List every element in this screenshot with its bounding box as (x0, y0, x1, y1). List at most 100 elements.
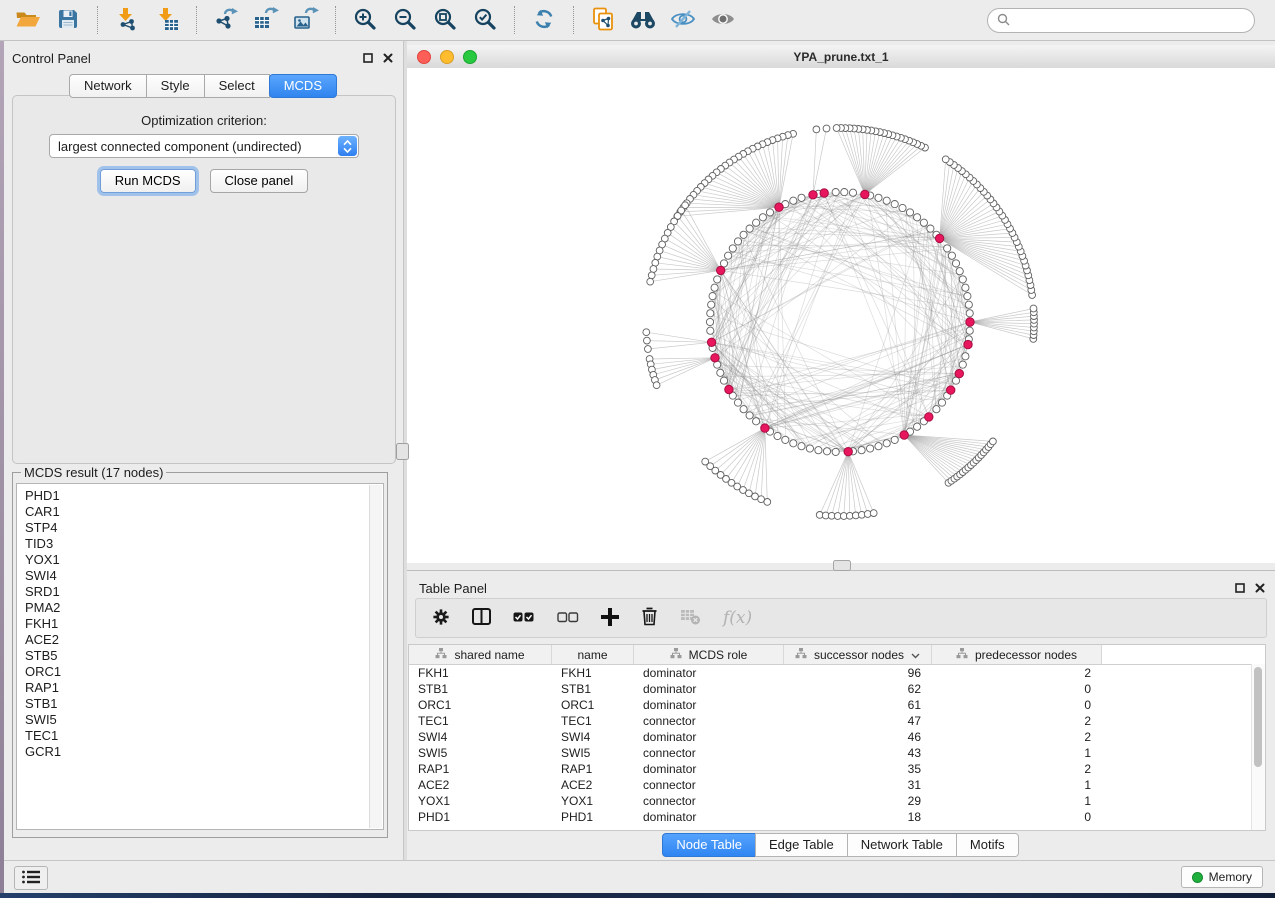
optimization-criterion-label: Optimization criterion: (13, 113, 395, 128)
export-image-button[interactable] (286, 3, 326, 37)
column-header-predecessor-nodes[interactable]: predecessor nodes (932, 645, 1102, 664)
column-header-shared-name[interactable]: shared name (409, 645, 552, 664)
table-cell: FKH1 (552, 665, 634, 681)
open-session-button[interactable] (8, 3, 48, 37)
zoom-out-button[interactable] (385, 3, 425, 37)
zoom-in-icon (353, 7, 377, 34)
mcds-result-item[interactable]: STP4 (25, 520, 383, 536)
control-panel-tabs: NetworkStyleSelectMCDS (4, 74, 403, 98)
table-row[interactable]: YOX1YOX1connector291 (409, 793, 1265, 809)
zoom-in-button[interactable] (345, 3, 385, 37)
control-panel-title: Control Panel (12, 51, 363, 66)
tab-node-table[interactable]: Node Table (662, 833, 756, 857)
table-scrollbar-thumb[interactable] (1254, 667, 1262, 767)
table-cell: 1 (932, 745, 1102, 761)
mcds-result-item[interactable]: PMA2 (25, 600, 383, 616)
refresh-button[interactable] (524, 3, 564, 37)
mcds-result-list[interactable]: PHD1CAR1STP4TID3YOX1SWI4SRD1PMA2FKH1ACE2… (16, 483, 384, 830)
close-panel-icon[interactable] (383, 51, 393, 66)
select-all-button[interactable] (513, 611, 535, 626)
import-network-button[interactable] (107, 3, 147, 37)
search-network-button[interactable] (623, 3, 663, 37)
table-cell: 2 (932, 729, 1102, 745)
table-cell: 2 (932, 713, 1102, 729)
tab-style[interactable]: Style (146, 74, 205, 98)
mcds-result-item[interactable]: CAR1 (25, 504, 383, 520)
table-row[interactable]: FKH1FKH1dominator962 (409, 665, 1265, 681)
tab-network-table[interactable]: Network Table (847, 833, 957, 857)
table-cell: PHD1 (409, 809, 552, 825)
table-scrollbar[interactable] (1251, 664, 1265, 830)
search-box[interactable] (987, 8, 1255, 33)
vertical-splitter-handle[interactable] (396, 443, 409, 460)
mcds-result-item[interactable]: FKH1 (25, 616, 383, 632)
horizontal-splitter-handle[interactable] (833, 560, 851, 571)
table-row[interactable]: TEC1TEC1connector472 (409, 713, 1265, 729)
import-network-icon (115, 7, 139, 34)
mcds-result-item[interactable]: SWI4 (25, 568, 383, 584)
tab-motifs[interactable]: Motifs (956, 833, 1019, 857)
table-row[interactable]: ACE2ACE2connector311 (409, 777, 1265, 793)
export-network-button[interactable] (206, 3, 246, 37)
table-cell: SWI5 (409, 745, 552, 761)
column-header-successor-nodes[interactable]: successor nodes (784, 645, 932, 664)
table-row[interactable]: STB1STB1dominator620 (409, 681, 1265, 697)
clone-network-button[interactable] (583, 3, 623, 37)
task-history-button[interactable] (14, 866, 48, 890)
mcds-result-item[interactable]: TID3 (25, 536, 383, 552)
table-cell: 61 (784, 697, 932, 713)
delete-rows-button[interactable] (641, 607, 658, 629)
export-table-button[interactable] (246, 3, 286, 37)
deselect-all-button[interactable] (557, 611, 579, 626)
toolbar-separator (196, 6, 197, 34)
table-tabs: Node TableEdge TableNetwork TableMotifs (407, 833, 1275, 857)
table-row[interactable]: ORC1ORC1dominator610 (409, 697, 1265, 713)
network-canvas[interactable] (407, 68, 1275, 563)
mcds-list-scrollbar[interactable] (369, 485, 382, 828)
table-row[interactable]: PHD1PHD1dominator180 (409, 809, 1265, 825)
column-header-mcds-role[interactable]: MCDS role (634, 645, 784, 664)
mcds-result-item[interactable]: RAP1 (25, 680, 383, 696)
float-panel-icon[interactable] (363, 51, 373, 66)
mcds-result-item[interactable]: PHD1 (25, 488, 383, 504)
mcds-result-item[interactable]: SRD1 (25, 584, 383, 600)
run-mcds-button[interactable]: Run MCDS (100, 169, 196, 193)
mcds-result-item[interactable]: SWI5 (25, 712, 383, 728)
mcds-result-item[interactable]: TEC1 (25, 728, 383, 744)
tab-select[interactable]: Select (204, 74, 270, 98)
import-table-button[interactable] (147, 3, 187, 37)
export-table-icon (253, 7, 279, 34)
search-input[interactable] (1016, 13, 1245, 29)
show-hide-graphics-button[interactable] (703, 3, 743, 37)
mcds-result-item[interactable]: STB5 (25, 648, 383, 664)
float-table-panel-icon[interactable] (1235, 581, 1245, 596)
control-panel: Control Panel NetworkStyleSelectMCDS Opt… (4, 41, 404, 860)
save-session-button[interactable] (48, 3, 88, 37)
show-columns-button[interactable] (472, 608, 491, 628)
zoom-fit-button[interactable] (425, 3, 465, 37)
mcds-result-item[interactable]: YOX1 (25, 552, 383, 568)
table-cell: 0 (932, 809, 1102, 825)
tab-mcds[interactable]: MCDS (269, 74, 337, 98)
application-window: Control Panel NetworkStyleSelectMCDS Opt… (0, 0, 1275, 898)
table-row[interactable]: SWI5SWI5connector431 (409, 745, 1265, 761)
memory-button[interactable]: Memory (1181, 866, 1263, 888)
mcds-result-item[interactable]: ORC1 (25, 664, 383, 680)
export-network-icon (213, 7, 239, 34)
table-settings-button[interactable] (432, 608, 450, 629)
table-row[interactable]: SWI4SWI4dominator462 (409, 729, 1265, 745)
table-cell: YOX1 (409, 793, 552, 809)
close-table-panel-icon[interactable] (1255, 581, 1265, 596)
criterion-dropdown[interactable]: largest connected component (undirected) (49, 134, 359, 158)
add-row-button[interactable] (601, 608, 619, 629)
close-panel-button[interactable]: Close panel (210, 169, 309, 193)
mcds-result-item[interactable]: GCR1 (25, 744, 383, 760)
mcds-result-item[interactable]: STB1 (25, 696, 383, 712)
tab-network[interactable]: Network (69, 74, 147, 98)
table-row[interactable]: RAP1RAP1dominator352 (409, 761, 1265, 777)
tab-edge-table[interactable]: Edge Table (755, 833, 848, 857)
column-header-name[interactable]: name (552, 645, 634, 664)
mcds-result-item[interactable]: ACE2 (25, 632, 383, 648)
zoom-selected-button[interactable] (465, 3, 505, 37)
toggle-graphics-details-button[interactable] (663, 3, 703, 37)
